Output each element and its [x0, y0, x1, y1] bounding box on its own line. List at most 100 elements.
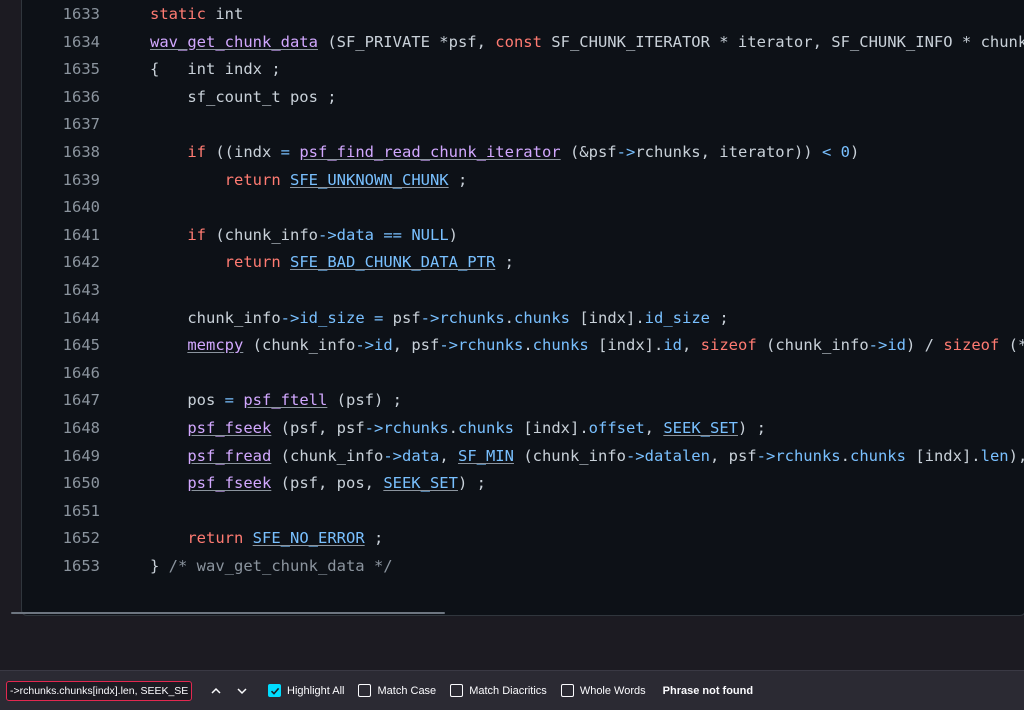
- line-source: psf_fseek (psf, psf->rchunks.chunks [ind…: [150, 415, 766, 443]
- code-token: SFE_UNKNOWN_CHUNK: [290, 170, 449, 189]
- code-line: 1645 memcpy (chunk_info->id, psf->rchunk…: [22, 332, 1024, 360]
- code-token: static: [150, 5, 206, 23]
- line-number: 1642: [62, 253, 100, 272]
- code-token: ((indx: [206, 142, 281, 161]
- line-source: if (chunk_info->data == NULL): [150, 222, 458, 250]
- whole-words-option[interactable]: Whole Words: [560, 684, 646, 697]
- code-token: chunks: [458, 418, 514, 437]
- line-source: psf_fseek (psf, pos, SEEK_SET) ;: [150, 470, 486, 498]
- code-token: SF_MIN: [457, 446, 514, 465]
- code-token: (&psf: [560, 142, 617, 161]
- highlight-all-option[interactable]: Highlight All: [268, 684, 344, 697]
- code-line: 1644 chunk_info->id_size = psf->rchunks.…: [22, 305, 1024, 333]
- code-token: [indx].: [570, 308, 645, 327]
- code-token: sf_count_t pos ;: [150, 87, 337, 106]
- code-token: rchunks: [458, 336, 524, 355]
- code-token: =: [374, 308, 384, 327]
- code-token: }: [150, 556, 169, 575]
- code-line: 1639 return SFE_UNKNOWN_CHUNK ;: [22, 167, 1024, 195]
- find-input[interactable]: [6, 680, 192, 701]
- code-token: ->: [439, 336, 458, 355]
- code-token: int: [206, 5, 244, 23]
- code-token: psf: [383, 308, 421, 327]
- code-line: 1649 psf_fread (chunk_info->data, SF_MIN…: [22, 443, 1024, 471]
- code-token: .: [504, 308, 515, 327]
- code-token: ==: [383, 225, 402, 244]
- line-source: chunk_info->id_size = psf->rchunks.chunk…: [150, 305, 728, 333]
- code-token: { int indx ;: [150, 60, 281, 79]
- code-line: 1637: [22, 111, 1024, 139]
- code-token: id_size: [299, 308, 365, 327]
- code-line: 1635 { int indx ;: [22, 56, 1024, 84]
- line-number: 1637: [62, 115, 100, 134]
- code-token: ): [448, 225, 459, 244]
- code-token: ->: [756, 446, 776, 465]
- code-token: psf_ftell: [243, 391, 328, 410]
- highlight-all-checkbox[interactable]: [268, 684, 281, 697]
- match-diacritics-option[interactable]: Match Diacritics: [450, 684, 547, 697]
- code-token: sizeof: [943, 336, 1000, 355]
- line-source: return SFE_BAD_CHUNK_DATA_PTR ;: [150, 249, 514, 277]
- code-token: id: [663, 336, 682, 355]
- code-lines: 1633 static int 1634 wav_get_chunk_data (SF…: [22, 1, 1024, 580]
- code-token: ),: [1008, 446, 1024, 465]
- code-token: id: [373, 336, 393, 355]
- code-token: (psf, psf: [271, 418, 365, 437]
- find-status: Phrase not found: [662, 684, 754, 697]
- line-source: pos = psf_ftell (psf) ;: [150, 387, 402, 415]
- code-token: =: [224, 391, 234, 410]
- code-token: ) ;: [457, 474, 486, 493]
- code-token: wav_get_chunk_data: [150, 32, 318, 51]
- code-line: 1647 pos = psf_ftell (psf) ;: [22, 387, 1024, 415]
- code-token: ,: [682, 336, 701, 355]
- line-number: 1652: [62, 529, 100, 548]
- line-source: psf_fread (chunk_info->data, SF_MIN (chu…: [150, 443, 1024, 471]
- horizontal-scrollbar[interactable]: [11, 612, 445, 614]
- chevron-up-icon: [211, 687, 221, 694]
- code-token: (psf) ;: [327, 391, 402, 410]
- code-view: 1633 static int 1634 wav_get_chunk_data (SF…: [21, 0, 1024, 616]
- find-bar: Highlight All Match Case Match Diacritic…: [0, 670, 1024, 710]
- code-token: ->: [625, 446, 645, 465]
- code-token: rchunks: [383, 418, 449, 437]
- match-case-checkbox[interactable]: [358, 684, 372, 697]
- code-token: chunks: [532, 336, 589, 355]
- find-next-button[interactable]: [230, 679, 254, 703]
- code-token: psf_find_read_chunk_iterator: [299, 142, 561, 161]
- code-token: psf_fseek: [187, 418, 272, 437]
- code-token: ;: [495, 253, 514, 272]
- line-number: 1643: [62, 280, 100, 299]
- code-token: , psf: [709, 446, 757, 465]
- match-case-option[interactable]: Match Case: [358, 684, 436, 697]
- code-line: 1650 psf_fseek (psf, pos, SEEK_SET) ;: [22, 470, 1024, 498]
- line-number: 1650: [62, 474, 100, 493]
- code-token: [indx].: [905, 446, 981, 465]
- code-line: 1641 if (chunk_info->data == NULL): [22, 222, 1024, 250]
- code-token: psf_fseek: [187, 474, 272, 493]
- line-number: 1641: [62, 225, 100, 244]
- code-token: id_size: [644, 308, 710, 327]
- code-token: datalen: [644, 446, 710, 465]
- code-token: , psf: [392, 336, 440, 355]
- code-token: SEEK_SET: [663, 418, 738, 437]
- code-token: chunk_info: [150, 308, 281, 327]
- code-token: ->: [364, 418, 384, 437]
- code-token: if: [187, 142, 206, 161]
- line-source: } /* wav_get_chunk_data */: [150, 553, 393, 581]
- line-number: 1639: [62, 170, 100, 189]
- find-previous-button[interactable]: [204, 679, 228, 703]
- match-diacritics-checkbox[interactable]: [450, 684, 464, 697]
- code-token: ) /: [906, 336, 944, 355]
- whole-words-checkbox[interactable]: [560, 684, 574, 697]
- code-token: (chunk_info: [756, 336, 869, 355]
- line-source: sf_count_t pos ;: [150, 84, 337, 112]
